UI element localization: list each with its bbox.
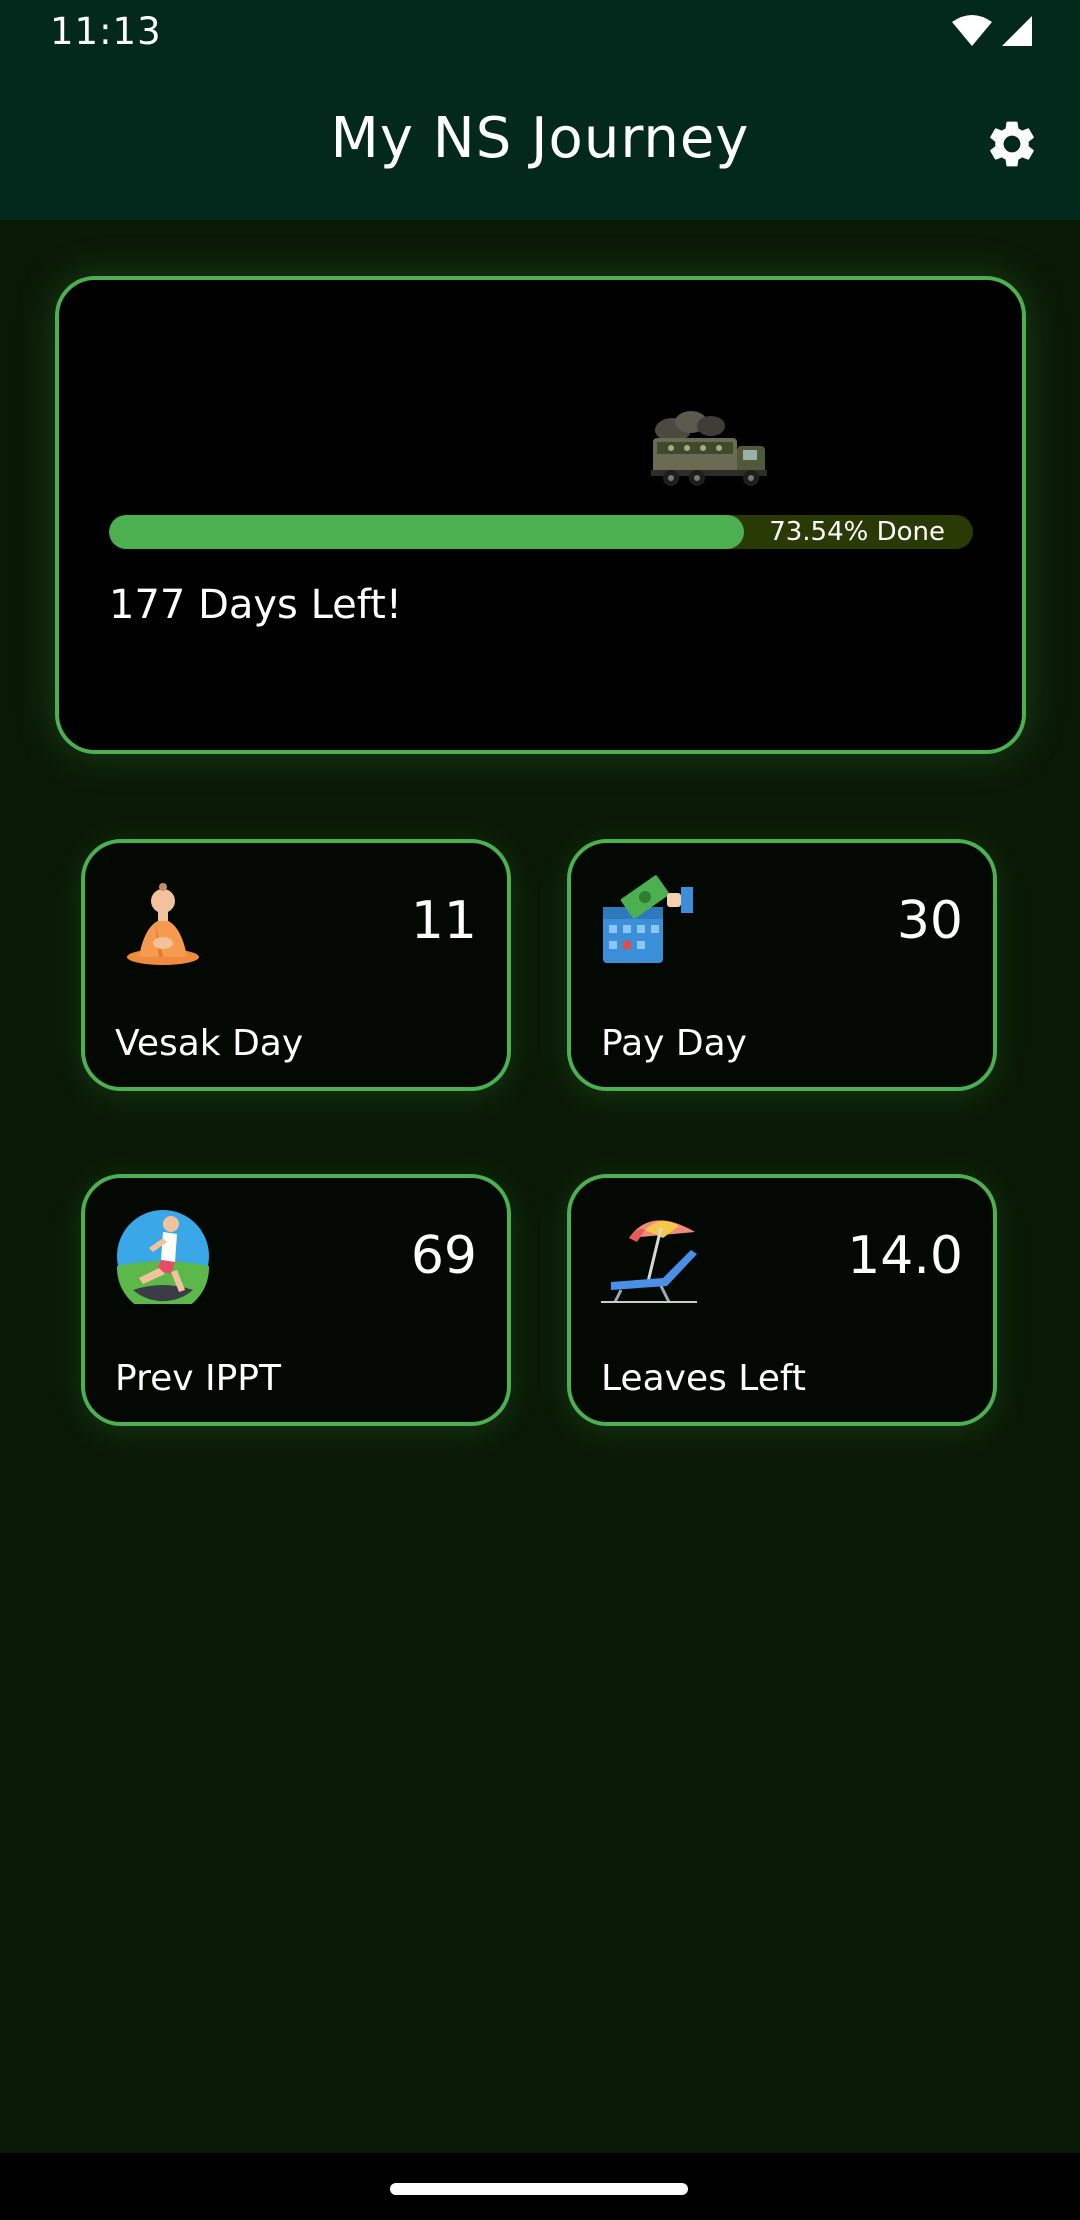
pay-day-label: Pay Day (601, 1023, 747, 1064)
beach-chair-umbrella-icon (601, 1220, 697, 1303)
progress-card: 73.54% Done 177 Days Left! (55, 276, 1026, 754)
settings-button[interactable] (980, 112, 1044, 176)
vesak-day-card[interactable]: 11 Vesak Day (81, 839, 511, 1091)
calendar-money-icon (603, 875, 693, 963)
progress-percent-label: 73.54% Done (769, 517, 945, 547)
days-left-text: 177 Days Left! (109, 582, 402, 628)
pay-day-card[interactable]: 30 Pay Day (567, 839, 997, 1091)
military-truck-icon (651, 411, 767, 486)
vesak-day-label: Vesak Day (115, 1023, 304, 1064)
leaves-left-value: 14.0 (847, 1226, 963, 1286)
leaves-left-card[interactable]: 14.0 Leaves Left (567, 1174, 997, 1426)
cellular-signal-icon (1002, 16, 1032, 46)
status-bar: 11:13 (0, 0, 1080, 68)
wifi-icon (952, 15, 992, 46)
prev-ippt-value: 69 (410, 1226, 477, 1286)
prev-ippt-label: Prev IPPT (115, 1358, 282, 1399)
status-icons (950, 14, 1040, 54)
status-time: 11:13 (50, 10, 162, 53)
runner-icon (117, 1210, 209, 1304)
home-indicator[interactable] (390, 2183, 688, 2195)
progress-bar-fill (109, 515, 745, 549)
gear-icon (990, 121, 1034, 167)
app-bar: My NS Journey (0, 68, 1080, 220)
home-screen: 11:13 My NS Journey 73.54% Done 177 Days… (0, 0, 1080, 2220)
progress-bar: 73.54% Done (109, 515, 973, 549)
leaves-left-label: Leaves Left (601, 1358, 807, 1399)
prev-ippt-card[interactable]: 69 Prev IPPT (81, 1174, 511, 1426)
navigation-bar (0, 2153, 1080, 2220)
page-title: My NS Journey (330, 106, 750, 171)
pay-day-value: 30 (896, 891, 963, 951)
vesak-day-value: 11 (410, 891, 477, 951)
meditating-monk-icon (127, 883, 199, 965)
